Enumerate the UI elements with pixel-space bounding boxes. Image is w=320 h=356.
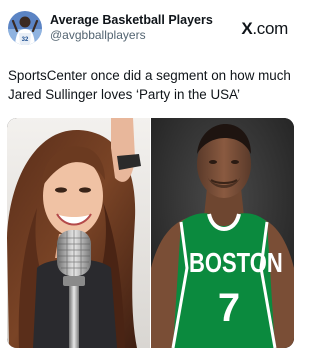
account-names: Average Basketball Players @avgbballplay… bbox=[50, 13, 213, 42]
account-handle[interactable]: @avgbballplayers bbox=[50, 28, 213, 43]
post-card: 32 Average Basketball Players @avgbballp… bbox=[0, 0, 300, 356]
post-media[interactable]: BOSTON 7 bbox=[7, 118, 294, 348]
display-name[interactable]: Average Basketball Players bbox=[50, 13, 213, 27]
brand-name: X bbox=[241, 19, 253, 38]
post-header: 32 Average Basketball Players @avgbballp… bbox=[8, 10, 213, 46]
svg-text:32: 32 bbox=[22, 37, 29, 43]
jersey-team-text: BOSTON bbox=[189, 246, 283, 278]
post-text: SportsCenter once did a segment on how m… bbox=[8, 68, 291, 102]
basketball-player-avatar-icon: 32 bbox=[8, 11, 42, 45]
singer-with-microphone-photo-icon bbox=[7, 118, 151, 348]
brand-suffix: .com bbox=[252, 19, 288, 38]
x-logo: X.com bbox=[241, 19, 288, 39]
celtics-player-photo-icon: BOSTON 7 bbox=[151, 118, 294, 348]
jersey-number-text: 7 bbox=[217, 286, 241, 330]
avatar[interactable]: 32 bbox=[8, 11, 42, 45]
